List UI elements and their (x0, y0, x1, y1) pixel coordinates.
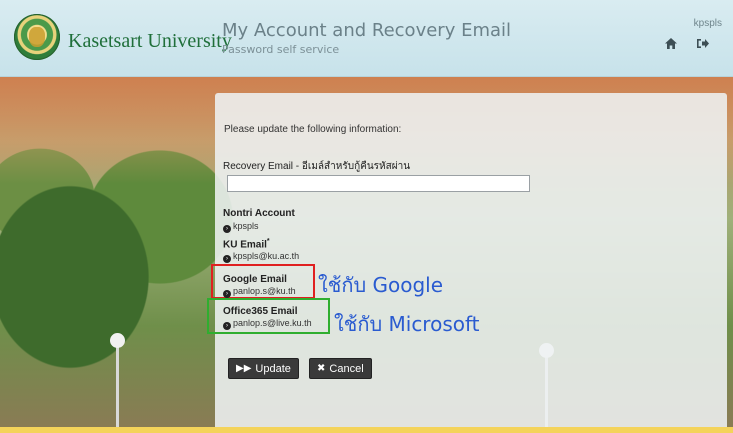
ku-email-label-text: KU Email (223, 239, 267, 251)
bottom-strip (0, 427, 733, 433)
office365-email-value-text: panlop.s@live.ku.th (233, 318, 312, 328)
update-button[interactable]: ▶▶ Update (228, 358, 299, 379)
username-label: kpspls (693, 18, 722, 29)
university-name: Kasetsart University (68, 30, 232, 52)
update-button-label: Update (255, 362, 291, 375)
recovery-email-input[interactable] (227, 175, 530, 192)
forward-icon: ▶▶ (236, 363, 252, 374)
close-icon: ✖ (317, 363, 326, 374)
title-block: My Account and Recovery Email Password s… (222, 20, 511, 56)
google-email-value-text: panlop.s@ku.th (233, 286, 296, 296)
lamp-post (110, 333, 125, 427)
app-header: Kasetsart University My Account and Reco… (0, 0, 733, 77)
home-icon[interactable] (664, 37, 678, 51)
recovery-email-label: Recovery Email - อีเมล์สำหรับกู้คืนรหัสผ… (223, 159, 410, 174)
office365-email-value: › panlop.s@live.ku.th (223, 318, 312, 330)
nontri-value-text: kpspls (233, 221, 259, 231)
ku-email-value-text: kpspls@ku.ac.th (233, 251, 300, 261)
recovery-email-label-text: Recovery Email - อีเมล์สำหรับกู้คืนรหัสผ… (223, 161, 411, 172)
required-marker: * (266, 238, 270, 245)
google-annotation: ใช้กับ Google (318, 273, 444, 297)
intro-text: Please update the following information: (224, 124, 402, 135)
nontri-label: Nontri Account (223, 208, 295, 219)
google-email-value: › panlop.s@ku.th (223, 286, 296, 298)
page-title: My Account and Recovery Email (222, 20, 512, 41)
university-logo (14, 14, 60, 60)
page-subtitle: Password self service (222, 43, 340, 56)
office365-email-label: Office365 Email (223, 306, 298, 317)
chevron-circle-icon: › (223, 322, 231, 330)
nontri-value: › kpspls (223, 221, 259, 233)
cancel-button[interactable]: ✖ Cancel (309, 358, 372, 379)
google-email-label: Google Email (223, 274, 287, 285)
sign-out-icon[interactable] (696, 37, 710, 51)
ku-email-value: › kpspls@ku.ac.th (223, 251, 299, 263)
chevron-circle-icon: › (223, 255, 231, 263)
chevron-circle-icon: › (223, 225, 231, 233)
cancel-button-label: Cancel (329, 362, 364, 375)
ku-email-label: KU Email* (223, 238, 270, 250)
microsoft-annotation: ใช้กับ Microsoft (334, 312, 480, 336)
form-panel: Please update the following information:… (207, 93, 727, 433)
chevron-circle-icon: › (223, 290, 231, 298)
